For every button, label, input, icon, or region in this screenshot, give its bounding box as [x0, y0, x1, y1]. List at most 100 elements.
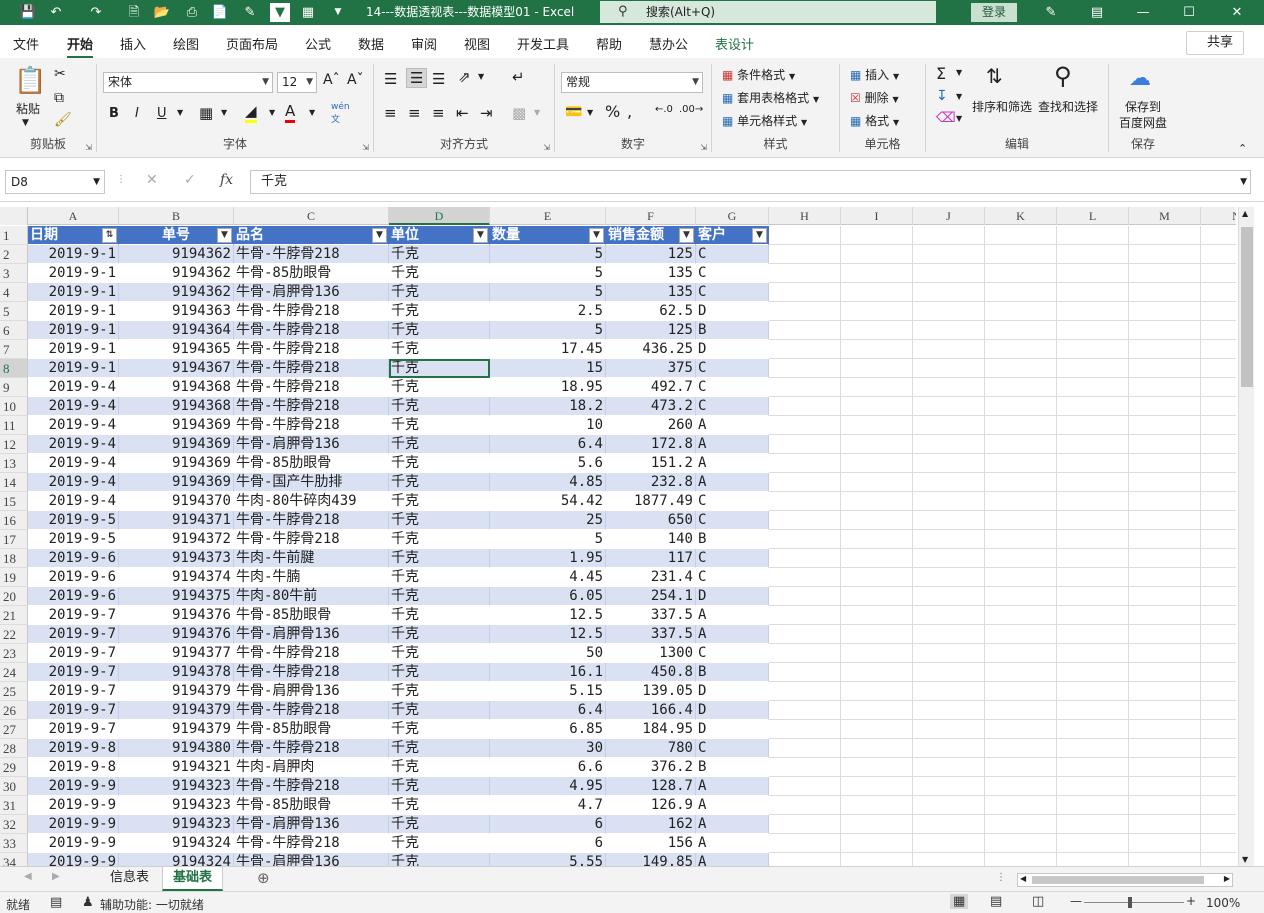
empty-cell[interactable] [1057, 777, 1129, 796]
empty-cell[interactable] [1201, 644, 1236, 663]
empty-cell[interactable] [841, 682, 913, 701]
table-cell[interactable]: 9194368 [119, 378, 234, 397]
empty-cell[interactable] [841, 606, 913, 625]
table-cell[interactable]: 2019-9-7 [28, 701, 119, 720]
table-cell[interactable]: D [696, 682, 769, 701]
row-header[interactable]: 7 [0, 340, 28, 359]
empty-cell[interactable] [769, 264, 841, 283]
empty-cell[interactable] [985, 606, 1057, 625]
empty-cell[interactable] [985, 739, 1057, 758]
table-cell[interactable]: A [696, 834, 769, 853]
table-cell[interactable]: 牛骨-85肋眼骨 [234, 264, 389, 283]
table-cell[interactable]: 2019-9-4 [28, 435, 119, 454]
row-header[interactable]: 21 [0, 606, 28, 625]
empty-cell[interactable] [1201, 416, 1236, 435]
table-cell[interactable]: 5.55 [490, 853, 606, 866]
comma-icon[interactable]: , [627, 102, 632, 121]
close-button[interactable]: ✕ [1212, 0, 1262, 25]
table-cell[interactable]: 牛骨-牛脖骨218 [234, 530, 389, 549]
row-header[interactable]: 2 [0, 245, 28, 264]
empty-cell[interactable] [913, 321, 985, 340]
table-cell[interactable]: C [696, 492, 769, 511]
zoom-slider[interactable] [1084, 902, 1184, 903]
empty-cell[interactable] [769, 568, 841, 587]
column-header-m[interactable]: M [1129, 207, 1201, 225]
table-cell[interactable]: 128.7 [606, 777, 696, 796]
table-cell[interactable]: 232.8 [606, 473, 696, 492]
empty-cell[interactable] [985, 473, 1057, 492]
increase-font-icon[interactable]: Aˆ [323, 72, 340, 88]
empty-cell[interactable] [1129, 834, 1201, 853]
table-cell[interactable]: 156 [606, 834, 696, 853]
row-header[interactable]: 18 [0, 549, 28, 568]
paste-dropdown-icon[interactable]: ▼ [22, 118, 29, 128]
empty-cell[interactable] [1057, 530, 1129, 549]
sort-filter-icon[interactable]: ⇅ [102, 228, 117, 243]
font-color-icon[interactable]: A [285, 102, 296, 123]
empty-cell[interactable] [1057, 340, 1129, 359]
empty-cell[interactable] [985, 777, 1057, 796]
merge-center-icon[interactable]: ▩ [512, 104, 526, 122]
table-cell[interactable]: 千克 [389, 720, 490, 739]
table-cell[interactable]: 6.4 [490, 701, 606, 720]
select-all-corner[interactable] [0, 207, 28, 225]
table-cell[interactable]: 牛肉-牛前腱 [234, 549, 389, 568]
empty-cell[interactable] [841, 283, 913, 302]
empty-cell[interactable] [1129, 416, 1201, 435]
row-header[interactable]: 32 [0, 815, 28, 834]
table-cell[interactable]: 2019-9-5 [28, 511, 119, 530]
table-cell[interactable]: B [696, 663, 769, 682]
empty-cell[interactable] [1057, 302, 1129, 321]
table-cell[interactable]: 9194369 [119, 416, 234, 435]
empty-cell[interactable] [985, 226, 1057, 245]
zoom-level[interactable]: 100% [1206, 896, 1240, 910]
border-dropdown-icon[interactable]: ▼ [221, 108, 227, 117]
table-cell[interactable]: 千克 [389, 473, 490, 492]
empty-cell[interactable] [841, 720, 913, 739]
copy-icon[interactable]: ⧉ [54, 90, 64, 106]
empty-cell[interactable] [841, 454, 913, 473]
table-cell[interactable]: 4.85 [490, 473, 606, 492]
table-cell[interactable]: A [696, 796, 769, 815]
column-header-b[interactable]: B [119, 207, 234, 225]
empty-cell[interactable] [769, 625, 841, 644]
qat-customize-icon[interactable]: ▼ [328, 3, 348, 22]
table-cell[interactable]: C [696, 283, 769, 302]
empty-cell[interactable] [841, 530, 913, 549]
row-header[interactable]: 20 [0, 587, 28, 606]
empty-cell[interactable] [1057, 226, 1129, 245]
table-cell[interactable]: 337.5 [606, 625, 696, 644]
table-cell[interactable]: 2019-9-7 [28, 720, 119, 739]
table-cell[interactable]: 千克 [389, 796, 490, 815]
table-cell[interactable]: A [696, 473, 769, 492]
redo-icon[interactable]: ↷ [86, 3, 106, 22]
empty-cell[interactable] [985, 359, 1057, 378]
table-cell[interactable]: C [696, 359, 769, 378]
empty-cell[interactable] [913, 302, 985, 321]
empty-cell[interactable] [841, 625, 913, 644]
table-cell[interactable]: C [696, 644, 769, 663]
table-cell[interactable]: 9194364 [119, 321, 234, 340]
table-cell[interactable]: 2019-9-9 [28, 815, 119, 834]
empty-cell[interactable] [841, 663, 913, 682]
empty-cell[interactable] [841, 549, 913, 568]
empty-cell[interactable] [1057, 549, 1129, 568]
empty-cell[interactable] [1057, 397, 1129, 416]
column-header-c[interactable]: C [234, 207, 389, 225]
empty-cell[interactable] [985, 264, 1057, 283]
table-cell[interactable]: 千克 [389, 549, 490, 568]
row-header[interactable]: 22 [0, 625, 28, 644]
table-cell[interactable]: 牛骨-牛脖骨218 [234, 834, 389, 853]
table-cell[interactable]: 千克 [389, 739, 490, 758]
table-cell[interactable]: 12.5 [490, 625, 606, 644]
baidu-disk-label[interactable]: 百度网盘 [1119, 114, 1167, 131]
empty-cell[interactable] [1201, 378, 1236, 397]
table-cell[interactable]: 5 [490, 264, 606, 283]
table-cell[interactable]: 375 [606, 359, 696, 378]
table-cell[interactable]: 9194379 [119, 720, 234, 739]
clear-dropdown-icon[interactable]: ▼ [956, 114, 962, 123]
maximize-button[interactable]: ☐ [1166, 0, 1212, 25]
empty-cell[interactable] [769, 473, 841, 492]
table-cell[interactable]: 9194362 [119, 283, 234, 302]
table-cell[interactable]: 2019-9-5 [28, 530, 119, 549]
